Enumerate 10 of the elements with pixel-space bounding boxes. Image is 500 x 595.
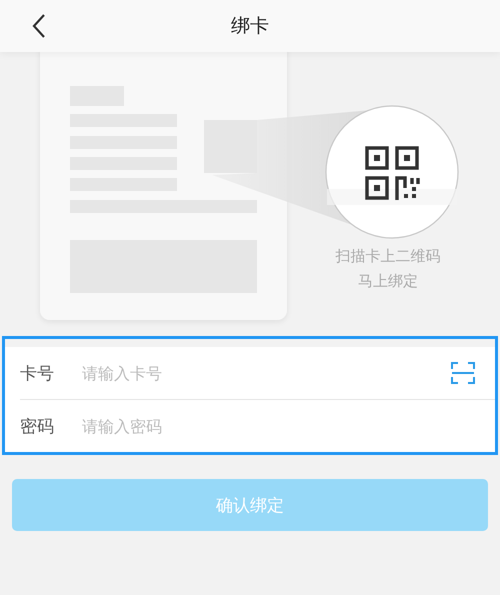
- input-field[interactable]: 请输入卡号: [82, 364, 451, 382]
- scan-icon[interactable]: [451, 362, 475, 384]
- page-title: 绑卡: [231, 14, 269, 39]
- field-label: 密码: [20, 416, 55, 438]
- field-label: 卡号: [20, 362, 55, 384]
- qr-code-icon: [365, 146, 420, 200]
- scan-hint: 马上绑定: [358, 271, 418, 292]
- back-icon[interactable]: [32, 13, 46, 39]
- input-field[interactable]: 请输入密码: [82, 416, 475, 436]
- scan-hint: 扫描卡上二维码: [336, 246, 440, 267]
